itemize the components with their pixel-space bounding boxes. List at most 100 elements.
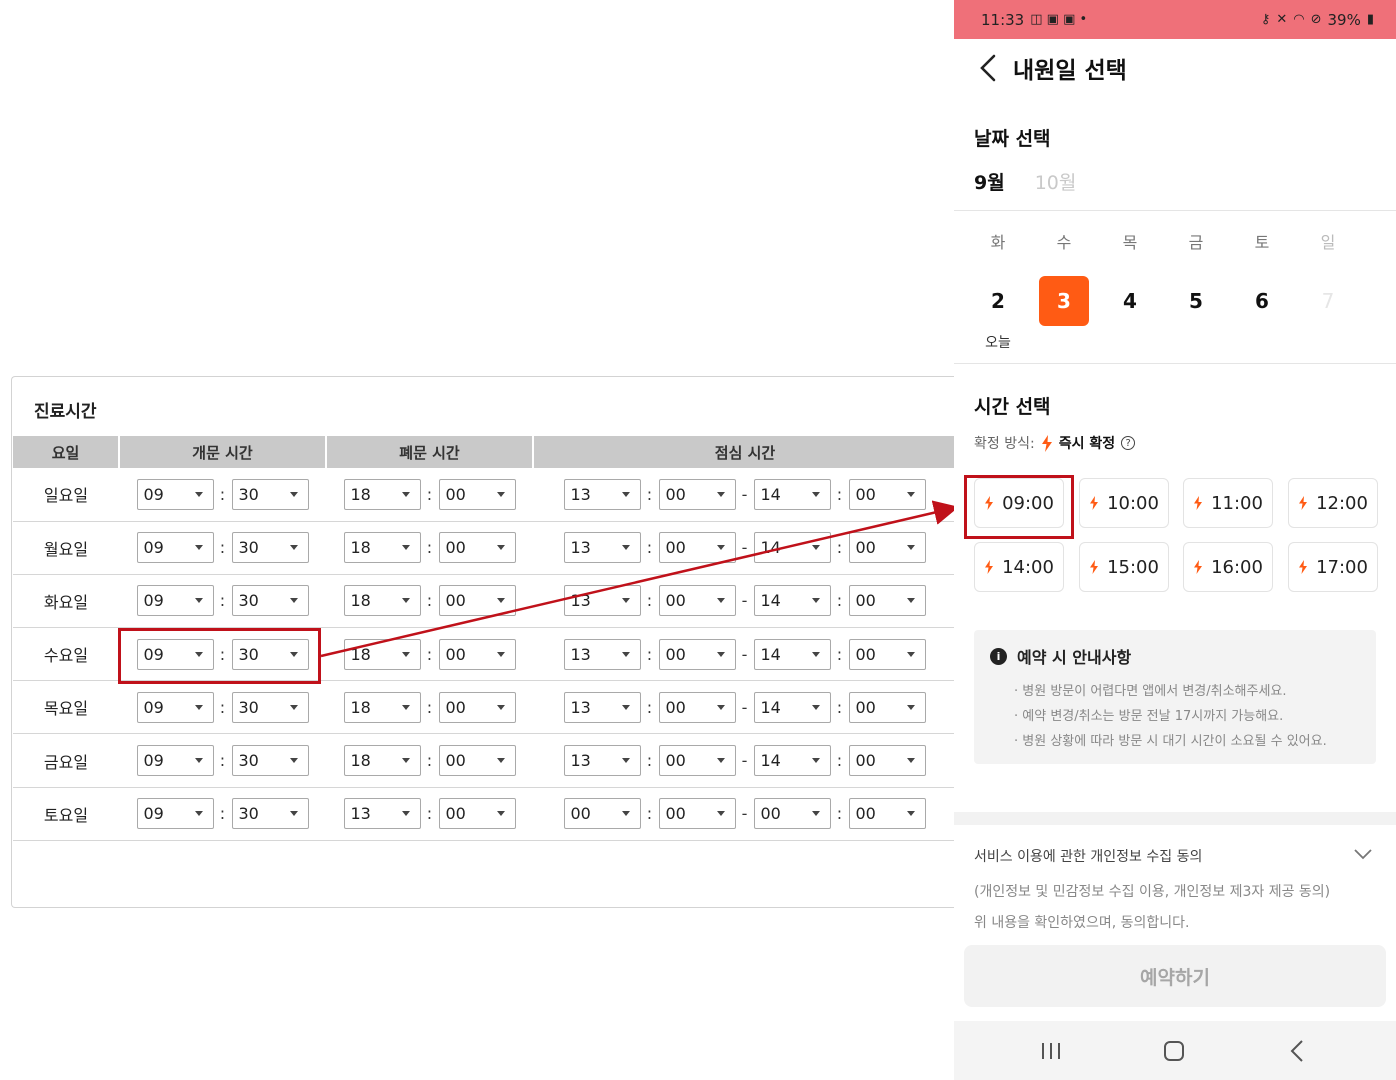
time-select[interactable]: 09 xyxy=(136,532,214,564)
time-select[interactable]: 14 xyxy=(753,532,831,564)
caret-down-icon xyxy=(496,598,505,604)
time-select[interactable]: 00 xyxy=(658,478,736,510)
close-time: 13:00 xyxy=(326,798,533,830)
time-select[interactable]: 18 xyxy=(343,745,421,777)
time-select[interactable]: 13 xyxy=(563,691,641,723)
separator: : xyxy=(426,591,433,611)
time-select[interactable]: 00 xyxy=(848,585,926,617)
time-select[interactable]: 00 xyxy=(848,478,926,510)
time-select[interactable]: 18 xyxy=(343,478,421,510)
close-time: 18:00 xyxy=(326,691,533,723)
system-back-button[interactable] xyxy=(1284,1038,1310,1064)
close-time: 18:00 xyxy=(326,585,533,617)
home-button[interactable] xyxy=(1161,1038,1187,1064)
time-select[interactable]: 18 xyxy=(343,585,421,617)
back-button[interactable] xyxy=(974,51,1002,85)
time-select[interactable]: 13 xyxy=(563,585,641,617)
lunch-time: 13:00-14:00 xyxy=(533,478,956,510)
time-select[interactable]: 09 xyxy=(136,691,214,723)
time-select[interactable]: 13 xyxy=(343,798,421,830)
day-cell[interactable]: 목4 xyxy=(1105,230,1155,326)
time-select[interactable]: 18 xyxy=(343,532,421,564)
time-select[interactable]: 00 xyxy=(658,532,736,564)
time-select[interactable]: 30 xyxy=(231,585,309,617)
separator: : xyxy=(219,538,226,558)
date-number[interactable]: 6 xyxy=(1237,276,1287,326)
day-cell[interactable]: 토6 xyxy=(1237,230,1287,326)
date-number[interactable]: 3 xyxy=(1039,276,1089,326)
time-select[interactable]: 00 xyxy=(848,691,926,723)
time-slot-button[interactable]: 17:00 xyxy=(1288,542,1378,592)
time-select[interactable]: 18 xyxy=(343,691,421,723)
time-select[interactable]: 00 xyxy=(438,691,516,723)
time-select[interactable]: 00 xyxy=(658,798,736,830)
time-select[interactable]: 13 xyxy=(563,532,641,564)
time-select[interactable]: 13 xyxy=(563,745,641,777)
time-select[interactable]: 14 xyxy=(753,638,831,670)
time-select[interactable]: 30 xyxy=(231,798,309,830)
time-select[interactable]: 00 xyxy=(438,532,516,564)
time-select[interactable]: 00 xyxy=(658,745,736,777)
caret-down-icon xyxy=(289,811,298,817)
tab-month-october[interactable]: 10월 xyxy=(1035,168,1077,195)
time-select[interactable]: 00 xyxy=(658,691,736,723)
time-select[interactable]: 14 xyxy=(753,585,831,617)
time-select[interactable]: 00 xyxy=(438,478,516,510)
time-select[interactable]: 09 xyxy=(136,478,214,510)
reserve-button[interactable]: 예약하기 xyxy=(964,945,1386,1007)
divider xyxy=(954,210,1396,211)
date-number[interactable]: 2 xyxy=(973,276,1023,326)
time-slot-button[interactable]: 10:00 xyxy=(1079,478,1169,528)
caret-down-icon xyxy=(194,811,203,817)
time-select[interactable]: 00 xyxy=(848,638,926,670)
day-cell[interactable]: 수3 xyxy=(1039,230,1089,326)
time-select[interactable]: 00 xyxy=(438,798,516,830)
day-cell[interactable]: 화 2 오늘 xyxy=(973,230,1023,352)
time-slot-button[interactable]: 12:00 xyxy=(1288,478,1378,528)
time-slot-button[interactable]: 14:00 xyxy=(974,542,1064,592)
recent-apps-button[interactable] xyxy=(1038,1038,1064,1064)
time-select[interactable]: 00 xyxy=(658,585,736,617)
time-select[interactable]: 00 xyxy=(848,798,926,830)
time-select[interactable]: 09 xyxy=(136,585,214,617)
separator: : xyxy=(836,804,843,824)
confirm-method-label: 확정 방식: xyxy=(974,436,1035,452)
time-select[interactable]: 09 xyxy=(136,745,214,777)
time-select[interactable]: 14 xyxy=(753,745,831,777)
time-select[interactable]: 00 xyxy=(753,798,831,830)
time-select[interactable]: 13 xyxy=(563,478,641,510)
day-cell[interactable]: 금5 xyxy=(1171,230,1221,326)
time-slot-button[interactable]: 15:00 xyxy=(1079,542,1169,592)
time-select[interactable]: 00 xyxy=(848,745,926,777)
time-select[interactable]: 13 xyxy=(563,638,641,670)
time-select[interactable]: 30 xyxy=(231,745,309,777)
caret-down-icon xyxy=(194,598,203,604)
tab-month-september[interactable]: 9월 xyxy=(974,168,1005,195)
caret-down-icon xyxy=(716,491,725,497)
time-select[interactable]: 00 xyxy=(438,585,516,617)
time-select[interactable]: 18 xyxy=(343,638,421,670)
time-select[interactable]: 09 xyxy=(136,798,214,830)
time-select[interactable]: 00 xyxy=(563,798,641,830)
separator: : xyxy=(426,751,433,771)
date-number[interactable]: 5 xyxy=(1171,276,1221,326)
time-slot-button[interactable]: 11:00 xyxy=(1183,478,1273,528)
time-slot-button[interactable]: 16:00 xyxy=(1183,542,1273,592)
separator: : xyxy=(426,538,433,558)
time-select[interactable]: 14 xyxy=(753,691,831,723)
time-select[interactable]: 00 xyxy=(438,638,516,670)
time-slot-label: 12:00 xyxy=(1316,492,1368,514)
time-select[interactable]: 00 xyxy=(658,638,736,670)
time-select[interactable]: 00 xyxy=(848,532,926,564)
consent-title[interactable]: 서비스 이용에 관한 개인정보 수집 동의 xyxy=(974,846,1202,866)
time-select[interactable]: 30 xyxy=(231,478,309,510)
time-select[interactable]: 00 xyxy=(438,745,516,777)
time-select[interactable]: 14 xyxy=(753,478,831,510)
date-number[interactable]: 4 xyxy=(1105,276,1155,326)
time-select[interactable]: 30 xyxy=(231,691,309,723)
time-select[interactable]: 30 xyxy=(231,532,309,564)
chevron-down-icon[interactable] xyxy=(1354,848,1372,860)
caret-down-icon xyxy=(289,545,298,551)
help-icon[interactable]: ? xyxy=(1121,436,1136,450)
highlight-open-time-box xyxy=(118,628,321,684)
